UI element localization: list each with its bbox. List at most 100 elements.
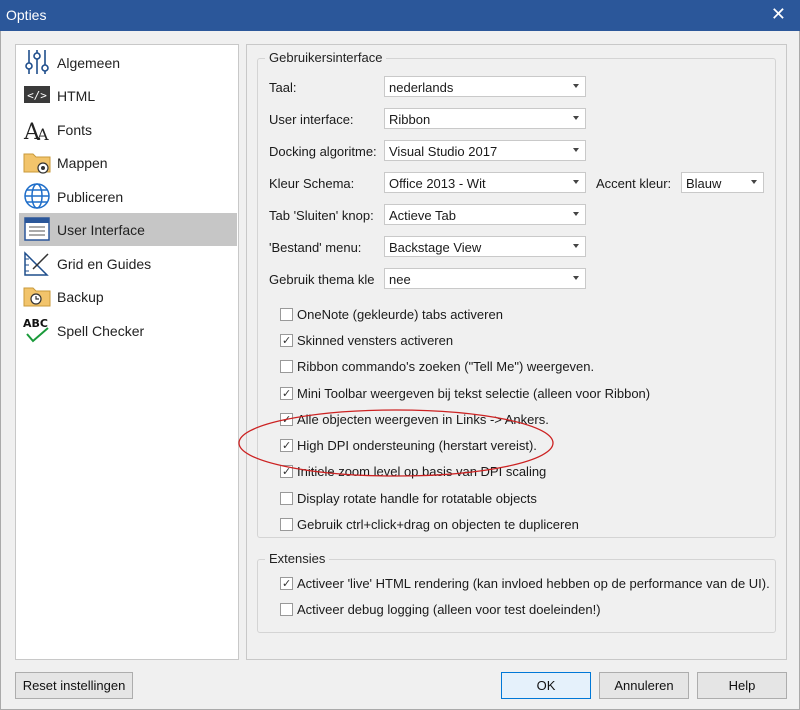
high-dpi-checkbox[interactable]: ✓ High DPI ondersteuning (herstart verei… [280, 438, 760, 456]
sliders-icon [25, 50, 49, 74]
accent-kleur-label: Accent kleur: [596, 176, 672, 191]
chevron-down-icon [573, 180, 579, 184]
bestand-menu-value: Backstage View [389, 240, 482, 255]
chevron-down-icon [751, 180, 757, 184]
checkbox-label: Mini Toolbar weergeven bij tekst selecti… [297, 386, 651, 401]
checkbox-box[interactable] [280, 308, 293, 321]
tab-sluiten-value: Actieve Tab [389, 208, 456, 223]
checkbox-label: Activeer debug logging (alleen voor test… [297, 602, 601, 617]
sidebar-item-label: Mappen [57, 155, 108, 171]
checkbox-box[interactable]: ✓ [280, 334, 293, 347]
checkbox-box[interactable]: ✓ [280, 387, 293, 400]
check-icon: ✓ [282, 388, 292, 400]
initiele-zoom-checkbox[interactable]: ✓ Initiele zoom level op basis van DPI s… [280, 464, 760, 482]
accent-kleur-value: Blauw [686, 176, 722, 191]
check-icon: ✓ [282, 466, 292, 478]
thema-kleur-dropdown[interactable]: nee [384, 268, 586, 289]
docking-dropdown[interactable]: Visual Studio 2017 [384, 140, 586, 161]
checkbox-box[interactable] [280, 518, 293, 531]
checkbox-label: Activeer 'live' HTML rendering (kan invl… [297, 576, 770, 591]
extensies-group: Extensies ✓ Activeer 'live' HTML renderi… [257, 551, 776, 633]
chevron-down-icon [573, 116, 579, 120]
tab-sluiten-dropdown[interactable]: Actieve Tab [384, 204, 586, 225]
sidebar-item-label: Fonts [57, 122, 93, 138]
user-interface-dropdown[interactable]: Ribbon [384, 108, 586, 129]
category-list: Algemeen </> HTML A A Fonts Mappen Publi… [15, 44, 239, 660]
check-icon: ✓ [282, 414, 292, 426]
taal-dropdown[interactable]: nederlands [384, 76, 586, 97]
svg-text:ABC: ABC [23, 317, 48, 330]
docking-value: Visual Studio 2017 [389, 144, 498, 159]
reset-settings-button[interactable]: Reset instellingen [15, 672, 133, 699]
checkbox-label: Ribbon commando's zoeken ("Tell Me") wee… [297, 359, 595, 374]
kleur-schema-label: Kleur Schema: [269, 176, 355, 191]
checkbox-label: Alle objecten weergeven in Links -> Anke… [297, 412, 549, 427]
taal-label: Taal: [269, 80, 297, 95]
sidebar-item-grid-en-guides[interactable]: Grid en Guides [19, 247, 237, 280]
group-legend: Extensies [265, 551, 330, 566]
chevron-down-icon [573, 212, 579, 216]
title-bar: Opties ✕ [0, 0, 800, 31]
ok-button[interactable]: OK [501, 672, 591, 699]
globe-icon [24, 183, 50, 209]
sidebar-item-mappen[interactable]: Mappen [19, 146, 237, 179]
svg-text:</>: </> [27, 89, 47, 102]
sidebar-item-label: HTML [57, 88, 96, 104]
checkbox-box[interactable]: ✓ [280, 439, 293, 452]
checkbox-box[interactable]: ✓ [280, 413, 293, 426]
cancel-button[interactable]: Annuleren [599, 672, 689, 699]
onenote-tabs-checkbox[interactable]: OneNote (gekleurde) tabs activeren [280, 307, 760, 325]
thema-kleur-value: nee [389, 272, 411, 287]
chevron-down-icon [573, 84, 579, 88]
folder-gear-icon [23, 153, 51, 174]
rotate-handle-checkbox[interactable]: Display rotate handle for rotatable obje… [280, 491, 760, 509]
alle-objecten-checkbox[interactable]: ✓ Alle objecten weergeven in Links -> An… [280, 412, 760, 430]
thema-kleur-label: Gebruik thema kle [269, 272, 375, 287]
skinned-vensters-checkbox[interactable]: ✓ Skinned vensters activeren [280, 333, 760, 351]
abc-check-icon: ABC [23, 317, 49, 343]
ctrl-click-drag-checkbox[interactable]: Gebruik ctrl+click+drag on objecten te d… [280, 517, 760, 535]
debug-logging-checkbox[interactable]: Activeer debug logging (alleen voor test… [280, 602, 775, 620]
sidebar-item-label: Grid en Guides [57, 256, 152, 272]
kleur-schema-dropdown[interactable]: Office 2013 - Wit [384, 172, 586, 193]
accent-kleur-dropdown[interactable]: Blauw [681, 172, 764, 193]
close-icon[interactable]: ✕ [771, 4, 786, 25]
sidebar-item-html[interactable]: </> HTML [19, 79, 237, 112]
taal-value: nederlands [389, 80, 454, 95]
help-button[interactable]: Help [697, 672, 787, 699]
user-interface-value: Ribbon [389, 112, 431, 127]
chevron-down-icon [573, 276, 579, 280]
chevron-down-icon [573, 244, 579, 248]
checkbox-box[interactable]: ✓ [280, 465, 293, 478]
check-icon: ✓ [282, 578, 292, 590]
sidebar-item-publiceren[interactable]: Publiceren [19, 180, 237, 213]
backup-folder-icon [23, 287, 51, 307]
sidebar-item-user-interface[interactable]: User Interface [19, 213, 237, 246]
group-legend: Gebruikersinterface [265, 50, 387, 65]
checkbox-label: High DPI ondersteuning (herstart vereist… [297, 438, 537, 453]
docking-label: Docking algoritme: [269, 144, 377, 159]
checkbox-label: Initiele zoom level op basis van DPI sca… [297, 464, 547, 479]
checkbox-label: OneNote (gekleurde) tabs activeren [297, 307, 503, 322]
checkbox-box[interactable] [280, 492, 293, 505]
sidebar-item-algemeen[interactable]: Algemeen [19, 46, 237, 79]
kleur-schema-value: Office 2013 - Wit [389, 176, 486, 191]
tab-sluiten-label: Tab 'Sluiten' knop: [269, 208, 374, 223]
live-html-rendering-checkbox[interactable]: ✓ Activeer 'live' HTML rendering (kan in… [280, 576, 775, 594]
tell-me-checkbox[interactable]: Ribbon commando's zoeken ("Tell Me") wee… [280, 359, 760, 377]
bestand-menu-label: 'Bestand' menu: [269, 240, 362, 255]
checkbox-box[interactable] [280, 603, 293, 616]
checkbox-label: Display rotate handle for rotatable obje… [297, 491, 537, 506]
dialog-body: Algemeen </> HTML A A Fonts Mappen Publi… [0, 31, 800, 710]
checkbox-box[interactable] [280, 360, 293, 373]
check-icon: ✓ [282, 440, 292, 452]
sidebar-item-spell-checker[interactable]: ABC Spell Checker [19, 314, 237, 347]
svg-text:A: A [36, 125, 49, 143]
sidebar-item-label: Backup [57, 289, 104, 305]
sidebar-item-backup[interactable]: Backup [19, 280, 237, 313]
sidebar-item-label: Spell Checker [57, 323, 145, 339]
bestand-menu-dropdown[interactable]: Backstage View [384, 236, 586, 257]
mini-toolbar-checkbox[interactable]: ✓ Mini Toolbar weergeven bij tekst selec… [280, 386, 760, 404]
sidebar-item-fonts[interactable]: A A Fonts [19, 113, 237, 146]
checkbox-box[interactable]: ✓ [280, 577, 293, 590]
